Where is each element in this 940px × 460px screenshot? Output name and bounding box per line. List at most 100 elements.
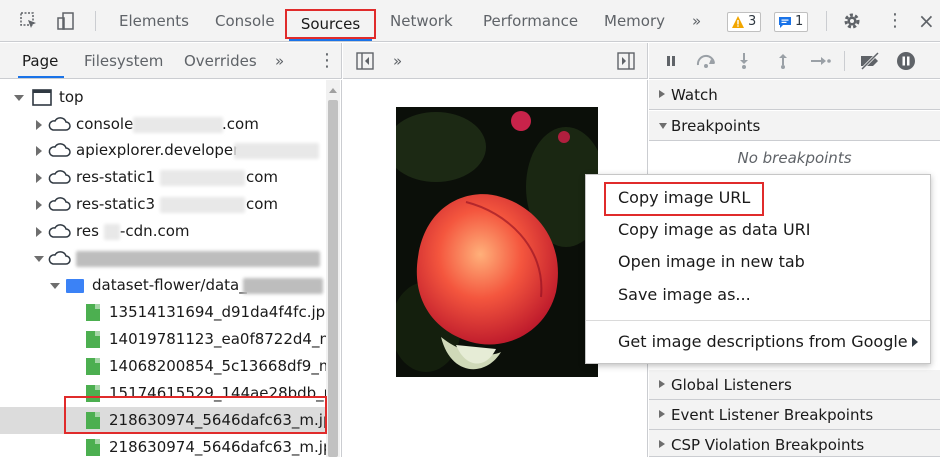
close-icon[interactable]: × bbox=[918, 0, 935, 42]
tree-scrollbar-thumb[interactable] bbox=[328, 100, 338, 457]
frame-icon bbox=[32, 89, 52, 106]
redacted-text bbox=[234, 143, 319, 159]
tree-label: .com bbox=[222, 115, 259, 133]
inspect-element-icon[interactable] bbox=[18, 10, 40, 32]
step-into-icon[interactable] bbox=[737, 52, 751, 70]
step-icon[interactable] bbox=[809, 55, 831, 67]
tab-elements[interactable]: Elements bbox=[119, 0, 189, 42]
tree-label: com bbox=[246, 168, 279, 186]
more-editor-tabs-icon[interactable]: » bbox=[393, 43, 402, 79]
message-icon bbox=[779, 17, 791, 28]
pause-icon[interactable] bbox=[665, 55, 677, 67]
tree-node-file[interactable]: 14019781123_ea0f8722d4_n.jpg bbox=[0, 326, 326, 353]
pane-breakpoints[interactable]: Breakpoints bbox=[649, 111, 940, 141]
menu-item-copy-image-data-uri[interactable]: Copy image as data URI bbox=[618, 214, 811, 246]
pane-title: Event Listener Breakpoints bbox=[671, 406, 874, 424]
image-file-icon bbox=[86, 439, 100, 456]
tree-node-top[interactable]: top bbox=[0, 84, 326, 111]
step-out-icon[interactable] bbox=[776, 52, 790, 70]
warnings-count: 3 bbox=[748, 14, 757, 29]
tree-label: res bbox=[76, 222, 99, 240]
tab-network[interactable]: Network bbox=[390, 0, 453, 42]
tree-label: 14068200854_5c13668df9_m.jpg bbox=[109, 357, 326, 375]
more-options-icon[interactable]: ⋮ bbox=[886, 0, 904, 42]
tab-sources[interactable]: Sources bbox=[285, 9, 376, 39]
collapse-arrow-icon bbox=[659, 410, 665, 418]
collapse-arrow-icon bbox=[36, 120, 42, 130]
messages-count: 1 bbox=[795, 14, 804, 29]
expand-arrow-icon bbox=[34, 256, 44, 262]
scroll-up-icon[interactable] bbox=[328, 86, 338, 94]
tree-label: res-static3 bbox=[76, 195, 156, 213]
tree-node-origin[interactable]: apiexplorer.developer. bbox=[0, 137, 326, 164]
folder-icon bbox=[66, 279, 84, 293]
device-toolbar-icon[interactable] bbox=[55, 10, 77, 32]
image-preview[interactable] bbox=[396, 107, 598, 377]
tree-label: dataset-flower/data_ bbox=[92, 276, 247, 294]
cloud-icon bbox=[48, 224, 71, 238]
tree-node-file[interactable]: 14068200854_5c13668df9_m.jpg bbox=[0, 353, 326, 380]
image-file-icon bbox=[86, 358, 100, 375]
menu-item-open-image-new-tab[interactable]: Open image in new tab bbox=[618, 246, 805, 278]
deactivate-breakpoints-icon[interactable] bbox=[858, 52, 882, 70]
pane-title: CSP Violation Breakpoints bbox=[671, 436, 865, 454]
collapse-arrow-icon bbox=[36, 200, 42, 210]
menu-item-get-image-descriptions[interactable]: Get image descriptions from Google bbox=[618, 326, 908, 358]
no-breakpoints-message: No breakpoints bbox=[649, 141, 940, 175]
menu-item-save-image-as[interactable]: Save image as... bbox=[618, 279, 751, 311]
tab-console[interactable]: Console bbox=[215, 0, 275, 42]
tree-label: console bbox=[76, 115, 134, 133]
pane-title: Global Listeners bbox=[671, 376, 792, 394]
toolbar-separator bbox=[95, 11, 96, 31]
collapse-arrow-icon bbox=[36, 173, 42, 183]
toggle-navigator-icon[interactable] bbox=[356, 52, 374, 70]
redacted-text bbox=[160, 197, 245, 213]
more-navigator-tabs-icon[interactable]: » bbox=[275, 43, 284, 79]
tree-label: apiexplorer.developer. bbox=[76, 141, 243, 159]
cloud-icon bbox=[48, 197, 71, 211]
pane-csp-violation-breakpoints[interactable]: CSP Violation Breakpoints bbox=[649, 430, 940, 457]
navigator-tabs: Page Filesystem Overrides » ⋮ bbox=[0, 43, 342, 79]
cloud-icon bbox=[48, 143, 71, 157]
highlight-box-selected-file bbox=[64, 396, 327, 434]
pane-global-listeners[interactable]: Global Listeners bbox=[649, 370, 940, 400]
toggle-debugger-icon[interactable] bbox=[617, 52, 635, 70]
tab-overrides[interactable]: Overrides bbox=[184, 43, 257, 79]
tree-node-origin-expanded[interactable] bbox=[0, 245, 326, 272]
more-tabs-chevron-icon[interactable]: » bbox=[692, 0, 701, 42]
collapse-arrow-icon bbox=[36, 146, 42, 156]
submenu-arrow-icon bbox=[912, 337, 918, 347]
tab-filesystem[interactable]: Filesystem bbox=[84, 43, 163, 79]
devtools-toolbar: Elements Console Sources Network Perform… bbox=[0, 0, 940, 42]
gear-icon[interactable] bbox=[841, 10, 863, 32]
pane-event-listener-breakpoints[interactable]: Event Listener Breakpoints bbox=[649, 400, 940, 430]
navigator-menu-icon[interactable]: ⋮ bbox=[318, 43, 336, 79]
tree-node-file[interactable]: 218630974_5646dafc63_m.jpg bbox=[0, 434, 326, 457]
tab-performance[interactable]: Performance bbox=[483, 0, 578, 42]
messages-badge[interactable]: 1 bbox=[774, 12, 809, 32]
pause-on-exceptions-icon[interactable] bbox=[896, 51, 916, 71]
tree-node-origin[interactable]: res-static3 com bbox=[0, 191, 326, 218]
step-over-icon[interactable] bbox=[695, 53, 717, 69]
highlight-box-copy-image-url bbox=[604, 182, 764, 216]
tree-label: com bbox=[246, 195, 279, 213]
collapse-arrow-icon bbox=[659, 380, 665, 388]
tree-node-origin[interactable]: res-static1 com bbox=[0, 164, 326, 191]
pane-title: Watch bbox=[671, 86, 718, 104]
active-tab-indicator bbox=[18, 76, 64, 78]
tree-node-file[interactable]: 13514131694_d91da4f4fc.jpg bbox=[0, 299, 326, 326]
warnings-badge[interactable]: 3 bbox=[727, 12, 762, 32]
tab-page[interactable]: Page bbox=[22, 43, 58, 79]
tree-node-folder[interactable]: dataset-flower/data_ bbox=[0, 272, 326, 299]
image-file-icon bbox=[86, 331, 100, 348]
expand-arrow-icon bbox=[50, 283, 60, 289]
tree-label: res-static1 bbox=[76, 168, 156, 186]
tree-node-origin[interactable]: console .com bbox=[0, 111, 326, 138]
toolbar-separator bbox=[844, 51, 845, 71]
redacted-text bbox=[76, 251, 320, 267]
toolbar-separator bbox=[826, 11, 827, 31]
tab-memory[interactable]: Memory bbox=[604, 0, 665, 42]
redacted-text bbox=[104, 224, 120, 240]
pane-watch[interactable]: Watch bbox=[649, 80, 940, 110]
tree-node-origin[interactable]: res -cdn.com bbox=[0, 218, 326, 245]
